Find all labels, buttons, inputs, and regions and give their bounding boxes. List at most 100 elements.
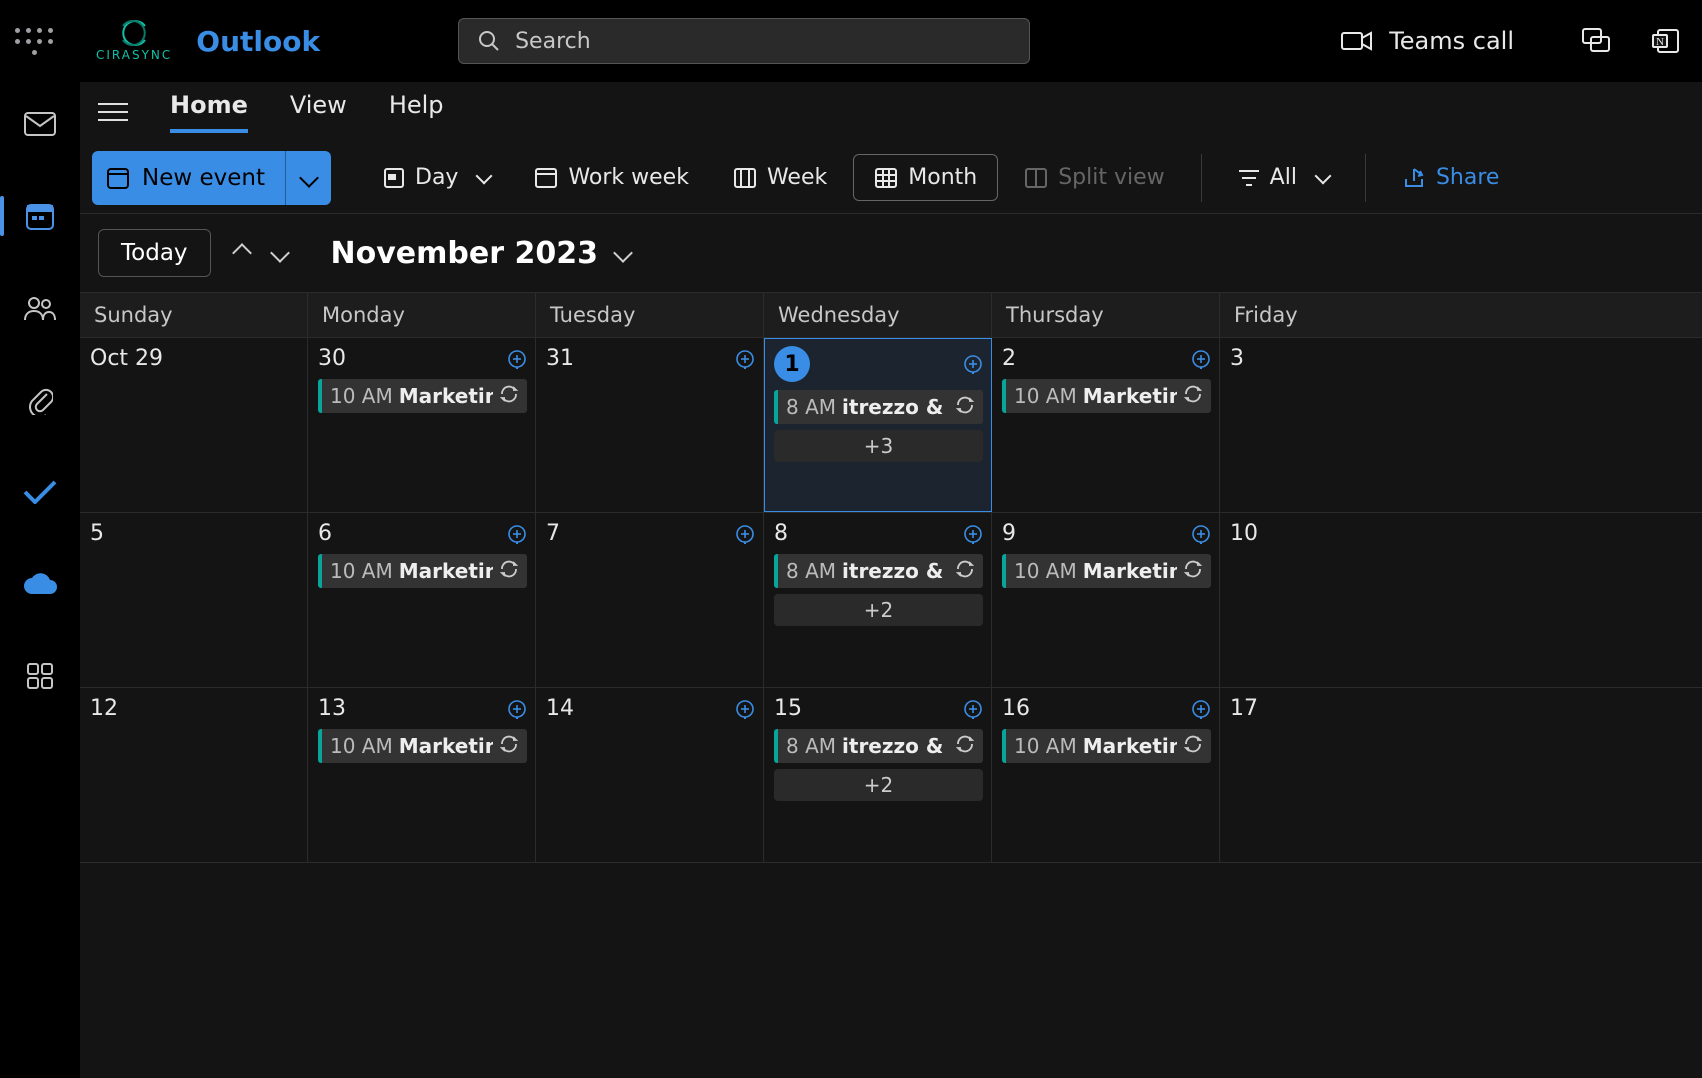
split-label: Split view xyxy=(1058,165,1164,190)
split-icon xyxy=(1024,167,1048,189)
toolbar-divider-2 xyxy=(1365,154,1366,202)
add-event-icon[interactable] xyxy=(1191,699,1211,719)
app-name: Outlook xyxy=(196,25,320,58)
event-time: 10 AM xyxy=(330,384,393,408)
calendar-cell[interactable]: 8 8 AM itrezzo & Cira +2 xyxy=(764,513,992,687)
calendar-cell[interactable]: 210 AM Marketing t xyxy=(992,338,1220,512)
filter-all-button[interactable]: All xyxy=(1220,159,1347,196)
calendar-cell[interactable]: 1 8 AM itrezzo & Cira +3 xyxy=(764,338,992,512)
calendar-cell[interactable]: 31 xyxy=(536,338,764,512)
menu-home[interactable]: Home xyxy=(170,91,248,133)
calendar-cell[interactable]: 3 xyxy=(1220,338,1334,512)
calendar-cell[interactable]: Oct 29 xyxy=(80,338,308,512)
nav-toggle-button[interactable] xyxy=(98,103,128,121)
calendar-cell[interactable]: 158 AM itrezzo & Cira+2 xyxy=(764,688,992,862)
calendar-event[interactable]: 8 AM itrezzo & Cira xyxy=(774,554,983,588)
add-event-icon[interactable] xyxy=(963,524,983,544)
next-period-button[interactable] xyxy=(270,243,290,263)
day-header: Thursday xyxy=(992,293,1220,337)
calendar-event[interactable]: 10 AM Marketing t xyxy=(318,554,527,588)
view-week-button[interactable]: Week xyxy=(715,159,845,196)
add-event-icon[interactable] xyxy=(735,524,755,544)
new-event-main[interactable]: New event xyxy=(92,151,285,205)
rail-calendar[interactable] xyxy=(13,192,67,240)
calendar-grid: Sunday Monday Tuesday Wednesday Thursday… xyxy=(80,292,1702,1078)
event-time: 8 AM xyxy=(786,395,836,419)
calendar-cell[interactable]: 1310 AM Marketing t xyxy=(308,688,536,862)
calendar-cell[interactable]: 5 xyxy=(80,513,308,687)
rail-onedrive[interactable] xyxy=(13,560,67,608)
add-event-icon[interactable] xyxy=(963,699,983,719)
titlebar-actions: N xyxy=(1582,28,1680,54)
calendar-event[interactable]: 8 AM itrezzo & Cira xyxy=(774,729,983,763)
check-icon xyxy=(23,480,57,504)
search-placeholder: Search xyxy=(515,29,591,54)
onenote-icon[interactable]: N xyxy=(1652,28,1680,54)
split-view-button[interactable]: Split view xyxy=(1006,159,1182,196)
event-time: 10 AM xyxy=(330,734,393,758)
calendar-event[interactable]: 10 AM Marketing t xyxy=(1002,554,1211,588)
calendar-cell[interactable]: 14 xyxy=(536,688,764,862)
share-button[interactable]: Share xyxy=(1384,159,1518,196)
calendar-event[interactable]: 8 AM itrezzo & Cira xyxy=(774,390,983,424)
menu-view[interactable]: View xyxy=(290,91,347,133)
calendar-cell[interactable]: 10 xyxy=(1220,513,1334,687)
calendar-cell[interactable]: 910 AM Marketing t xyxy=(992,513,1220,687)
day-number: 31 xyxy=(546,346,574,371)
view-day-button[interactable]: Day xyxy=(365,159,508,196)
menu-help[interactable]: Help xyxy=(389,91,444,133)
prev-period-button[interactable] xyxy=(232,243,252,263)
calendar-cell[interactable]: 610 AM Marketing t xyxy=(308,513,536,687)
day-number: 17 xyxy=(1230,696,1258,721)
day-number: 8 xyxy=(774,521,788,546)
view-workweek-button[interactable]: Work week xyxy=(516,159,707,196)
add-event-icon[interactable] xyxy=(1191,524,1211,544)
rail-files[interactable] xyxy=(13,376,67,424)
rail-people[interactable] xyxy=(13,284,67,332)
more-events-button[interactable]: +2 xyxy=(774,594,983,626)
calendar-event[interactable]: 10 AM Marketing t xyxy=(318,729,527,763)
rail-more-apps[interactable] xyxy=(13,652,67,700)
rail-todo[interactable] xyxy=(13,468,67,516)
calendar-cell[interactable]: 3010 AM Marketing t xyxy=(308,338,536,512)
day-headers: Sunday Monday Tuesday Wednesday Thursday… xyxy=(80,292,1702,338)
week-icon xyxy=(733,167,757,189)
month-picker[interactable]: November 2023 xyxy=(331,236,630,271)
new-event-dropdown[interactable] xyxy=(285,151,331,205)
add-event-icon[interactable] xyxy=(507,524,527,544)
rail-mail[interactable] xyxy=(13,100,67,148)
calendar-cell[interactable]: 12 xyxy=(80,688,308,862)
event-title: Marketing t xyxy=(1083,734,1177,758)
app-launcher-icon[interactable] xyxy=(14,21,54,61)
calendar-cell[interactable]: 16 10 AM Marketing t xyxy=(992,688,1220,862)
add-event-icon[interactable] xyxy=(507,349,527,369)
day-number: 1 xyxy=(774,346,810,382)
toolbar-divider xyxy=(1201,154,1202,202)
chevron-down-icon xyxy=(613,243,633,263)
calendar-event[interactable]: 10 AM Marketing t xyxy=(1002,729,1211,763)
filter-label: All xyxy=(1270,165,1297,190)
view-month-button[interactable]: Month xyxy=(853,154,998,201)
more-events-button[interactable]: +3 xyxy=(774,430,983,462)
day-number: 10 xyxy=(1230,521,1258,546)
month-icon xyxy=(874,167,898,189)
today-button[interactable]: Today xyxy=(98,229,211,277)
day-header: Tuesday xyxy=(536,293,764,337)
chat-icon[interactable] xyxy=(1582,28,1610,54)
more-events-button[interactable]: +2 xyxy=(774,769,983,801)
event-time: 10 AM xyxy=(1014,734,1077,758)
search-input[interactable]: Search xyxy=(458,18,1030,64)
add-event-icon[interactable] xyxy=(963,354,983,374)
cloud-icon xyxy=(22,572,58,596)
calendar-cell[interactable]: 17 xyxy=(1220,688,1334,862)
add-event-icon[interactable] xyxy=(1191,349,1211,369)
add-event-icon[interactable] xyxy=(735,699,755,719)
calendar-cell[interactable]: 7 xyxy=(536,513,764,687)
add-event-icon[interactable] xyxy=(735,349,755,369)
day-number: 16 xyxy=(1002,696,1030,721)
new-event-button[interactable]: New event xyxy=(92,151,331,205)
add-event-icon[interactable] xyxy=(507,699,527,719)
calendar-event[interactable]: 10 AM Marketing t xyxy=(318,379,527,413)
teams-call-button[interactable]: Teams call xyxy=(1341,27,1514,55)
calendar-event[interactable]: 10 AM Marketing t xyxy=(1002,379,1211,413)
